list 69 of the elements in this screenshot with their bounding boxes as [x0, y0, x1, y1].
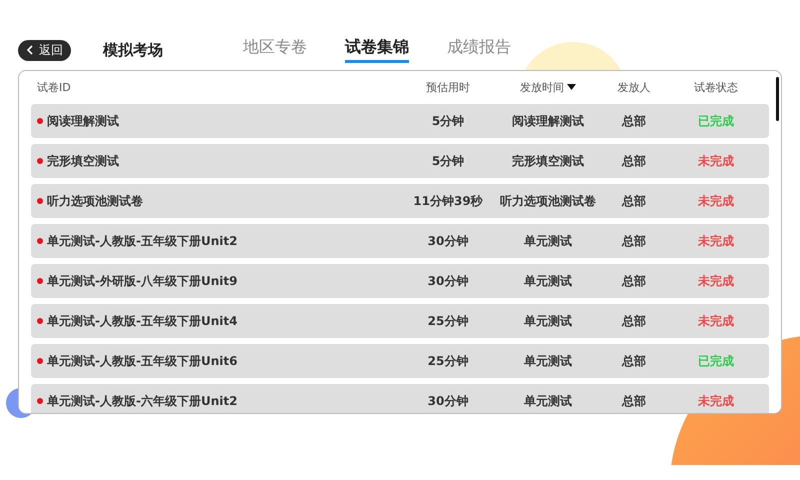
table-cell: 阅读理解测试	[47, 112, 119, 130]
table-cell-text: 单元测试	[523, 272, 573, 290]
dot-icon	[37, 398, 43, 404]
table-cell-text: 5分钟	[430, 112, 466, 130]
table-row[interactable]: 阅读理解测试 5分钟 阅读理解测试 总部 已完成	[31, 104, 769, 138]
table-cell-text: 总部	[620, 192, 647, 210]
column-header: 试卷ID	[36, 80, 72, 95]
dot-icon	[37, 278, 43, 284]
table-cell-text: 总部	[620, 152, 647, 170]
table-row[interactable]: 听力选项池测试卷 11分钟39秒 听力选项池测试卷 总部 未完成	[31, 184, 769, 218]
table-cell-text: 总部	[620, 392, 647, 410]
table-cell-text: 总部	[620, 112, 647, 130]
table-cell-text: 单元测试	[523, 232, 573, 250]
table-cell: 单元测试-外研版-八年级下册Unit9	[47, 272, 238, 290]
table-cell-text: 总部	[620, 232, 647, 250]
table-cell-text: 单元测试	[523, 312, 573, 330]
table-cell-text: 总部	[620, 312, 647, 330]
table-row[interactable]: 单元测试-人教版-五年级下册Unit2 30分钟 单元测试 总部 未完成	[31, 224, 769, 258]
table-cell-text: 听力选项池测试卷	[499, 192, 597, 210]
chevron-left-icon	[26, 45, 34, 55]
status-text: 未完成	[697, 312, 735, 330]
table-cell-text: 5分钟	[430, 152, 466, 170]
column-header: 试卷状态	[693, 80, 739, 95]
table-row[interactable]: 完形填空测试 5分钟 完形填空测试 总部 未完成	[31, 144, 769, 178]
table-cell: 单元测试-人教版-六年级下册Unit2	[47, 392, 238, 410]
table-row[interactable]: 单元测试-人教版-六年级下册Unit2 30分钟 单元测试 总部 未完成	[31, 384, 769, 413]
table-cell-text: 11分钟39秒	[412, 192, 484, 210]
status-text: 已完成	[697, 352, 735, 370]
table-cell-text: 30分钟	[426, 272, 470, 290]
table-cell-text: 阅读理解测试	[511, 112, 585, 130]
tab[interactable]: 地区专卷	[243, 37, 307, 63]
status-text: 已完成	[697, 112, 735, 130]
table-cell-text: 25分钟	[426, 352, 470, 370]
table-cell-text: 单元测试	[523, 352, 573, 370]
dot-icon	[37, 198, 43, 204]
scrollbar-thumb	[776, 77, 779, 121]
dot-icon	[37, 358, 43, 364]
status-text: 未完成	[697, 232, 735, 250]
dot-icon	[37, 318, 43, 324]
tab[interactable]: 成绩报告	[447, 37, 511, 63]
table-cell-text: 30分钟	[426, 232, 470, 250]
status-text: 未完成	[697, 192, 735, 210]
table-cell: 完形填空测试	[47, 152, 119, 170]
table-row[interactable]: 单元测试-人教版-五年级下册Unit4 25分钟 单元测试 总部 未完成	[31, 304, 769, 338]
table-cell: 单元测试-人教版-五年级下册Unit6	[47, 352, 238, 370]
status-text: 未完成	[697, 272, 735, 290]
dot-icon	[37, 158, 43, 164]
table-cell-text: 完形填空测试	[511, 152, 585, 170]
status-text: 未完成	[697, 392, 735, 410]
table-cell-text: 总部	[620, 272, 647, 290]
dot-icon	[37, 118, 43, 124]
dot-icon	[37, 238, 43, 244]
status-text: 未完成	[697, 152, 735, 170]
table-cell: 听力选项池测试卷	[47, 192, 143, 210]
sort-down-icon	[567, 84, 576, 91]
column-header: 发放人	[616, 80, 652, 95]
table-cell-text: 总部	[620, 352, 647, 370]
table-cell: 单元测试-人教版-五年级下册Unit2	[47, 232, 238, 250]
tab[interactable]: 试卷集锦	[345, 37, 409, 63]
table-cell-text: 30分钟	[426, 392, 470, 410]
table-row[interactable]: 单元测试-外研版-八年级下册Unit9 30分钟 单元测试 总部 未完成	[31, 264, 769, 298]
table-cell-text: 单元测试	[523, 392, 573, 410]
table-cell-text: 25分钟	[426, 312, 470, 330]
table-cell: 单元测试-人教版-五年级下册Unit4	[47, 312, 238, 330]
page-title: 模拟考场	[103, 40, 163, 60]
table-row[interactable]: 单元测试-人教版-五年级下册Unit6 25分钟 单元测试 总部 已完成	[31, 344, 769, 378]
back-button[interactable]: 返回	[18, 40, 71, 60]
column-header[interactable]: 发放时间	[493, 80, 603, 95]
column-header: 预估用时	[425, 80, 471, 95]
